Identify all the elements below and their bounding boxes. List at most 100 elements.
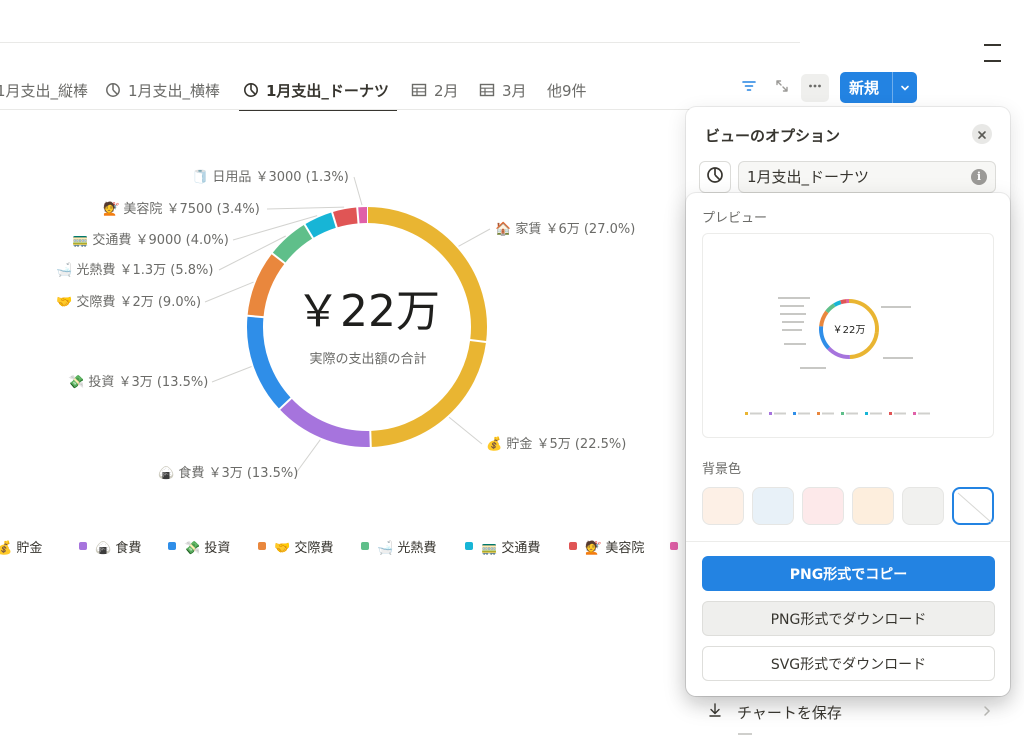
background-swatch-gray[interactable] bbox=[902, 487, 944, 525]
close-icon bbox=[977, 125, 987, 144]
preview-legend-swatch bbox=[865, 412, 868, 415]
preview-label-mark bbox=[780, 305, 804, 307]
legend-swatch bbox=[569, 542, 577, 550]
donut-chart: 🏠 家賃 ￥6万 (27.0%) 💰 貯金 ￥5万 (22.5%) 🍙 食費 ￥3万… bbox=[56, 169, 635, 481]
new-button[interactable]: 新規 bbox=[840, 72, 917, 103]
preview-label: プレビュー bbox=[702, 211, 768, 226]
more-options-button[interactable] bbox=[801, 74, 829, 102]
preview-center-value: ￥22万 bbox=[833, 325, 866, 336]
legend-item[interactable]: 🤝 交際費 bbox=[258, 535, 333, 557]
legend-item[interactable]: 🚃 交通費 bbox=[465, 535, 540, 557]
tab-label: 1月支出_横棒 bbox=[128, 81, 221, 100]
legend-swatch bbox=[168, 542, 176, 550]
tab-donut[interactable]: 1月支出_ドーナツ bbox=[239, 70, 397, 111]
view-tabs: 1月支出_縦棒 1月支出_横棒 1月支出_ドーナツ 2月 3月 他9件 bbox=[0, 70, 700, 111]
background-swatch-blue[interactable] bbox=[752, 487, 794, 525]
preview-slice bbox=[840, 299, 847, 305]
legend-item[interactable]: 🛁 光熱費 bbox=[361, 535, 436, 557]
preview-thumbnail: ￥22万 bbox=[745, 297, 930, 415]
save-chart-menu-item[interactable]: チャートを保存 bbox=[707, 701, 997, 723]
slice-label: 🍙 食費 ￥3万 (13.5%) bbox=[158, 465, 298, 481]
filter-icon bbox=[741, 78, 757, 98]
donut-slice[interactable] bbox=[279, 398, 371, 447]
tab-label: 2月 bbox=[434, 81, 459, 100]
menu-item-hint bbox=[738, 733, 752, 735]
leader-line bbox=[295, 439, 321, 474]
slice-gap bbox=[369, 429, 372, 448]
download-svg-button[interactable]: SVG形式でダウンロード bbox=[702, 646, 995, 681]
legend-item[interactable]: 💰 貯金 bbox=[0, 535, 42, 557]
table-icon bbox=[479, 82, 495, 98]
preview-label-mark bbox=[778, 297, 810, 299]
leader-line bbox=[448, 416, 483, 445]
preview-slice bbox=[819, 326, 831, 350]
donut-center-value: ￥22万 bbox=[296, 286, 440, 337]
background-swatch-yellow[interactable] bbox=[852, 487, 894, 525]
leader-line bbox=[458, 228, 491, 247]
leader-line bbox=[353, 176, 363, 206]
legend-label: 💰 貯金 bbox=[0, 540, 43, 556]
tab-bar-horizontal[interactable]: 1月支出_横棒 bbox=[105, 70, 220, 110]
preview-legend-swatch bbox=[745, 412, 748, 415]
preview-legend-mark bbox=[918, 412, 930, 415]
tab-february[interactable]: 2月 bbox=[411, 70, 459, 110]
window-control-icon[interactable] bbox=[984, 44, 1001, 46]
filter-button[interactable] bbox=[735, 74, 763, 102]
slice-label: 💰 貯金 ￥5万 (22.5%) bbox=[486, 436, 626, 452]
expand-button[interactable] bbox=[768, 74, 796, 102]
slice-label: 💸 投資 ￥3万 (13.5%) bbox=[68, 374, 208, 390]
legend-item[interactable] bbox=[670, 535, 686, 557]
chevron-down-icon[interactable] bbox=[893, 82, 917, 94]
pie-chart-icon bbox=[105, 82, 121, 98]
view-name-input[interactable]: 1月支出_ドーナツ i bbox=[738, 161, 996, 193]
download-png-button[interactable]: PNG形式でダウンロード bbox=[702, 601, 995, 636]
donut-slice[interactable] bbox=[247, 315, 292, 410]
slice-label: 🧻 日用品 ￥3000 (1.3%) bbox=[192, 169, 349, 185]
download-icon bbox=[707, 702, 723, 722]
view-icon-button[interactable] bbox=[699, 161, 731, 193]
background-color-label: 背景色 bbox=[702, 462, 742, 477]
preview-legend-swatch bbox=[889, 412, 892, 415]
preview-label-mark bbox=[881, 306, 911, 308]
expand-icon bbox=[774, 78, 790, 98]
donut-slice[interactable] bbox=[332, 207, 359, 228]
pie-chart-icon bbox=[706, 166, 724, 188]
background-swatch-transparent[interactable] bbox=[952, 487, 994, 525]
leader-line bbox=[266, 206, 345, 210]
legend-swatch bbox=[258, 542, 266, 550]
preview-legend-swatch bbox=[817, 412, 820, 415]
preview-slice bbox=[827, 346, 850, 359]
pie-chart-icon bbox=[243, 82, 259, 98]
leader-line bbox=[211, 366, 252, 383]
close-button[interactable] bbox=[972, 124, 992, 144]
legend-swatch bbox=[670, 542, 678, 550]
legend-item[interactable]: 💇 美容院 bbox=[569, 535, 644, 557]
legend-item[interactable]: 💸 投資 bbox=[168, 535, 230, 557]
donut-center-label: 実際の支出額の合計 bbox=[309, 351, 426, 367]
preview-legend-mark bbox=[774, 412, 786, 415]
preview-slice bbox=[849, 332, 879, 359]
tab-label: 1月支出_縦棒 bbox=[0, 81, 89, 100]
background-swatch-pink[interactable] bbox=[802, 487, 844, 525]
tab-march[interactable]: 3月 bbox=[479, 70, 527, 110]
donut-slice[interactable] bbox=[272, 224, 314, 264]
preview-label-mark bbox=[780, 313, 806, 315]
menu-divider bbox=[686, 541, 1010, 542]
panel-title: ビューのオプション bbox=[705, 127, 841, 145]
window-control-icon[interactable] bbox=[984, 60, 1001, 62]
leader-line bbox=[204, 281, 254, 303]
donut-slice[interactable] bbox=[304, 212, 337, 239]
legend-item[interactable]: 🍙 食費 bbox=[79, 535, 141, 557]
tab-bar-chart[interactable]: 1月支出_縦棒 bbox=[0, 70, 88, 110]
info-icon[interactable]: i bbox=[971, 169, 987, 185]
legend-swatch bbox=[465, 542, 473, 550]
slice-label: 💇 美容院 ￥7500 (3.4%) bbox=[103, 200, 260, 217]
copy-png-button[interactable]: PNG形式でコピー bbox=[702, 556, 995, 591]
transparent-icon bbox=[957, 492, 993, 524]
tab-more-views[interactable]: 他9件 bbox=[547, 70, 587, 110]
donut-slice[interactable] bbox=[247, 253, 285, 318]
background-swatch-orange[interactable] bbox=[702, 487, 744, 525]
save-chart-label: チャートを保存 bbox=[737, 703, 842, 722]
preview-label-mark bbox=[784, 343, 806, 345]
legend-swatch bbox=[79, 542, 87, 550]
